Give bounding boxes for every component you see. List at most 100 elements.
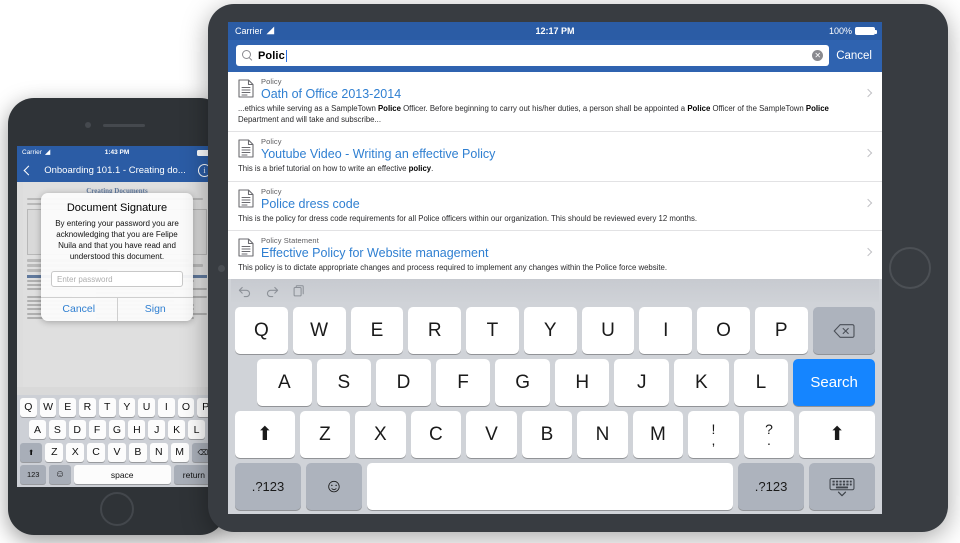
keyboard-row-3: ⬆ Z X C V B N M ! , ? . ⬆	[231, 411, 879, 458]
key-s[interactable]: S	[316, 359, 372, 406]
key-e[interactable]: E	[59, 397, 77, 417]
key-e[interactable]: E	[350, 307, 404, 354]
key-d[interactable]: D	[376, 359, 431, 406]
key-x[interactable]: X	[66, 442, 85, 462]
ipad-screen: Carrier ◢ 12:17 PM 100% Polic ✕ Cancel P…	[228, 22, 882, 514]
key-w[interactable]: W	[39, 397, 57, 417]
cancel-button[interactable]: Cancel	[41, 298, 117, 321]
result-title[interactable]: Youtube Video - Writing an effective Pol…	[261, 147, 856, 162]
emoji-icon[interactable]: ☺	[49, 465, 71, 484]
key-u[interactable]: U	[138, 397, 155, 417]
result-title[interactable]: Police dress code	[261, 197, 856, 212]
key-n[interactable]: N	[577, 411, 628, 458]
cancel-button[interactable]: Cancel	[836, 50, 874, 62]
key-v[interactable]: V	[466, 411, 517, 458]
key-v[interactable]: V	[108, 442, 126, 462]
snippet-text: This is a brief tutorial on how to write…	[238, 164, 409, 173]
key-question-period[interactable]: ? .	[743, 411, 795, 458]
key-h[interactable]: H	[128, 420, 146, 439]
result-kind-label: Policy	[261, 77, 282, 86]
key-w[interactable]: W	[292, 307, 346, 354]
key-g[interactable]: G	[495, 359, 550, 406]
result-header: Policy Oath of Office 2013-2014	[238, 77, 856, 102]
key-t[interactable]: T	[98, 397, 116, 417]
key-l[interactable]: L	[733, 359, 789, 406]
key-d[interactable]: D	[68, 420, 86, 439]
key-q[interactable]: Q	[20, 397, 37, 417]
key-b[interactable]: B	[128, 442, 147, 462]
key-q[interactable]: Q	[235, 307, 288, 354]
key-i[interactable]: I	[157, 397, 175, 417]
key-a[interactable]: A	[29, 420, 46, 439]
result-snippet: This is a brief tutorial on how to write…	[238, 164, 856, 175]
search-key[interactable]: Search	[793, 359, 876, 406]
iphone-home-button[interactable]	[100, 492, 134, 526]
search-result-row[interactable]: Policy Statement Effective Policy for We…	[228, 231, 882, 281]
key-f[interactable]: F	[435, 359, 491, 406]
key-exclaim-comma[interactable]: ! ,	[688, 411, 739, 458]
back-chevron-icon[interactable]	[23, 165, 34, 176]
keyboard-row-1: Q W E R T Y U I O P	[231, 307, 879, 354]
clear-icon[interactable]: ✕	[812, 50, 824, 61]
hide-keyboard-icon[interactable]	[809, 463, 875, 510]
key-k[interactable]: K	[674, 359, 729, 406]
search-input[interactable]: Polic ✕	[236, 45, 830, 66]
key-m[interactable]: M	[632, 411, 684, 458]
key-c[interactable]: C	[87, 442, 106, 462]
key-b[interactable]: B	[521, 411, 573, 458]
paste-icon[interactable]	[292, 284, 306, 298]
space-key[interactable]: space	[73, 465, 171, 484]
key-r[interactable]: R	[408, 307, 462, 354]
key-y[interactable]: Y	[523, 307, 577, 354]
sign-button[interactable]: Sign	[116, 298, 194, 321]
key-o[interactable]: O	[697, 307, 750, 354]
backspace-icon[interactable]	[812, 307, 875, 354]
numbers-key-right[interactable]: .?123	[738, 463, 805, 510]
shift-up-icon[interactable]: ⬆	[20, 442, 43, 462]
shift-up-icon[interactable]: ⬆	[235, 411, 295, 458]
result-meta: Policy Statement Effective Policy for We…	[261, 236, 856, 261]
key-z[interactable]: Z	[299, 411, 351, 458]
key-c[interactable]: C	[410, 411, 462, 458]
redo-icon[interactable]	[265, 284, 279, 298]
shift-up-icon-right[interactable]: ⬆	[799, 411, 876, 458]
key-a[interactable]: A	[257, 359, 312, 406]
key-j[interactable]: J	[614, 359, 670, 406]
key-i[interactable]: I	[639, 307, 693, 354]
key-y[interactable]: Y	[118, 397, 136, 417]
password-field[interactable]: Enter password	[51, 271, 183, 287]
iphone-document-view[interactable]: Creating Documents Document Signature By…	[17, 182, 217, 387]
result-snippet: This is the policy for dress code requir…	[238, 214, 856, 225]
space-key[interactable]	[366, 463, 734, 510]
key-z[interactable]: Z	[45, 442, 64, 462]
numbers-key-left[interactable]: .?123	[235, 463, 301, 510]
key-m[interactable]: M	[170, 442, 189, 462]
search-result-row[interactable]: Policy Police dress code This is the pol…	[228, 181, 882, 231]
key-comma-label: ,	[711, 431, 716, 448]
dialog-title: Document Signature	[66, 202, 168, 214]
key-o[interactable]: O	[177, 397, 195, 417]
result-snippet: This policy is to dictate appropriate ch…	[238, 263, 856, 274]
key-x[interactable]: X	[355, 411, 406, 458]
result-title[interactable]: Oath of Office 2013-2014	[261, 87, 856, 102]
search-result-row[interactable]: Policy Oath of Office 2013-2014 ...ethic…	[228, 72, 882, 132]
key-t[interactable]: T	[466, 307, 519, 354]
key-g[interactable]: G	[108, 420, 126, 439]
undo-icon[interactable]	[238, 284, 252, 298]
emoji-icon[interactable]: ☺	[305, 463, 362, 510]
key-r[interactable]: R	[79, 397, 96, 417]
key-p[interactable]: P	[754, 307, 808, 354]
key-h[interactable]: H	[554, 359, 610, 406]
numbers-key[interactable]: 123	[20, 465, 47, 484]
key-l[interactable]: L	[188, 420, 206, 439]
key-f[interactable]: F	[88, 420, 106, 439]
key-s[interactable]: S	[48, 420, 66, 439]
key-n[interactable]: N	[149, 442, 168, 462]
key-k[interactable]: K	[168, 420, 186, 439]
key-u[interactable]: U	[581, 307, 635, 354]
chevron-right-icon	[863, 148, 873, 158]
search-result-row[interactable]: Policy Youtube Video - Writing an effect…	[228, 132, 882, 182]
key-j[interactable]: J	[148, 420, 166, 439]
ipad-home-button[interactable]	[889, 247, 931, 289]
result-title[interactable]: Effective Policy for Website management	[261, 246, 856, 261]
